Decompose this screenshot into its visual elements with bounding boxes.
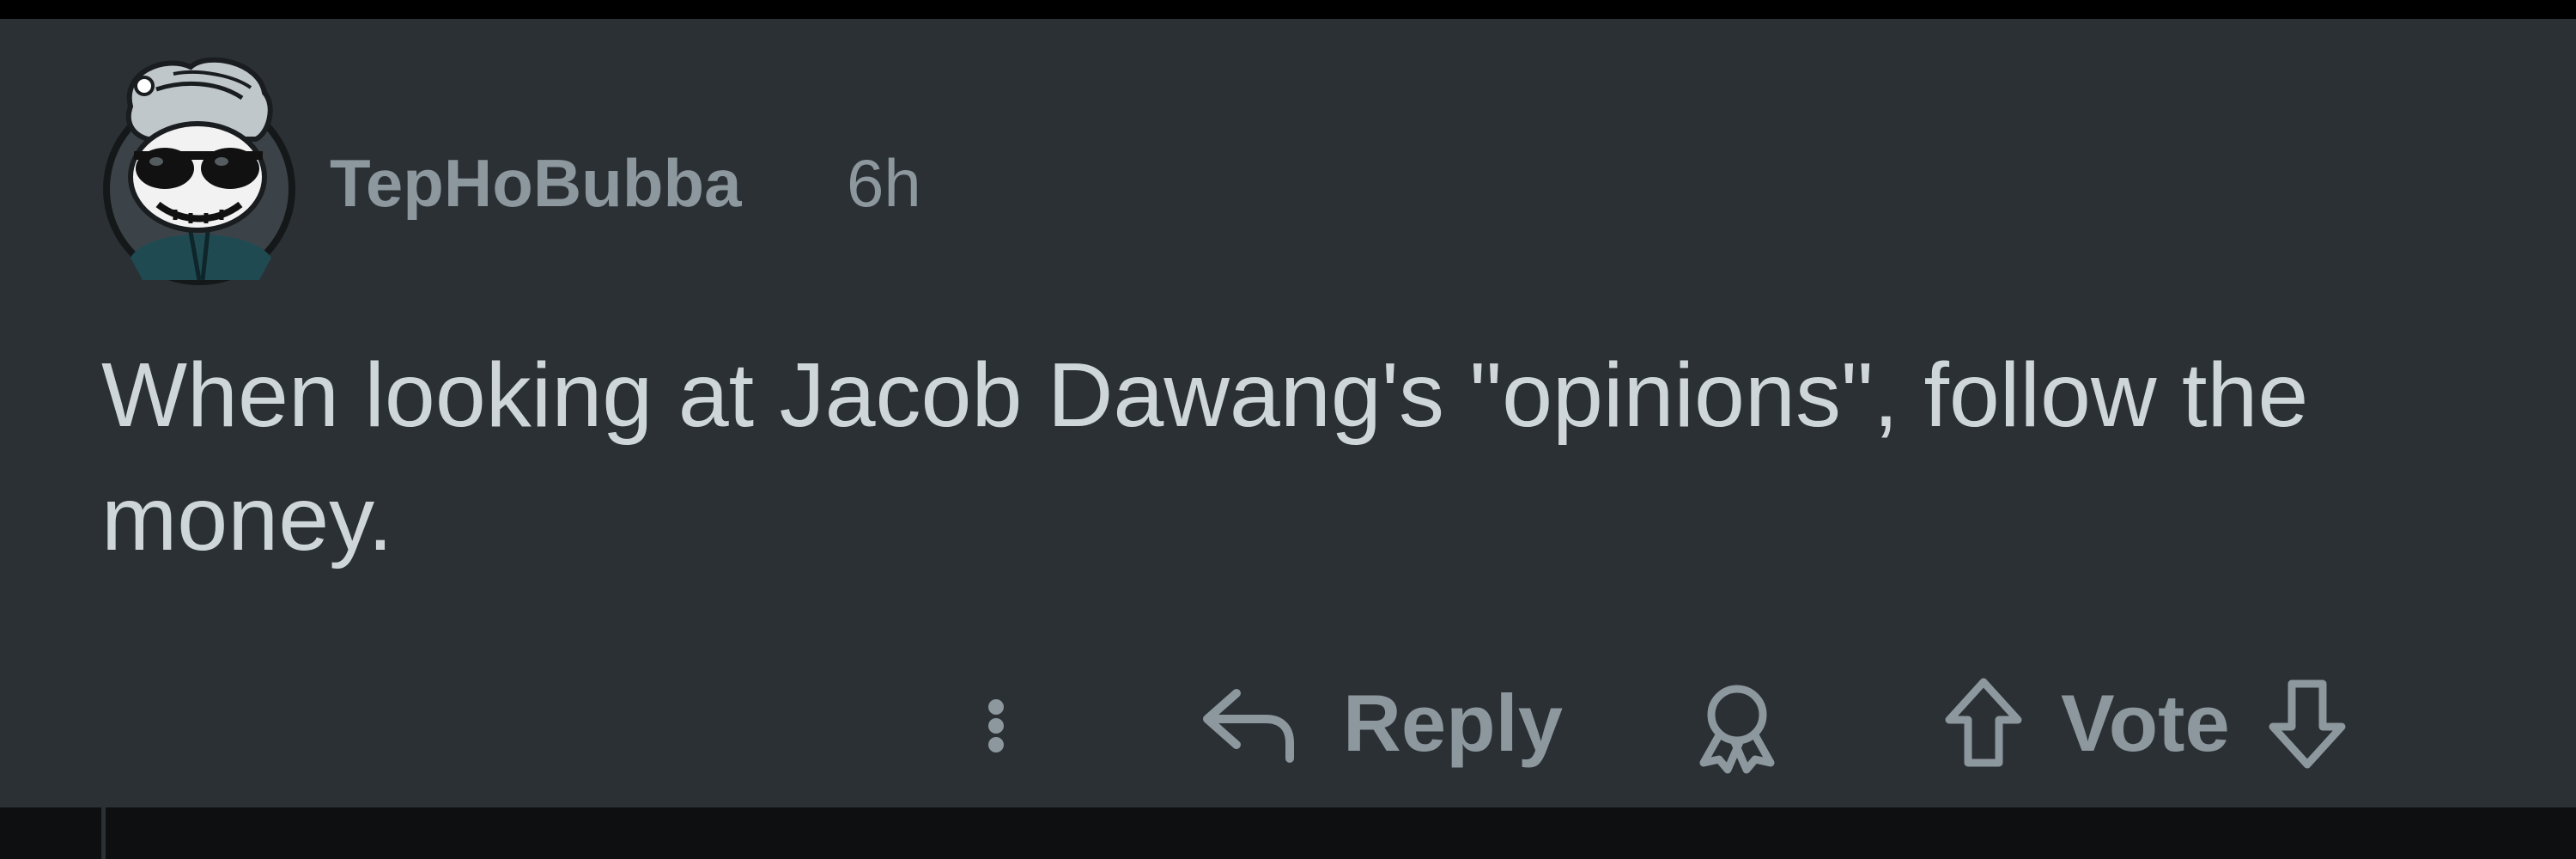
username[interactable]: TepHoBubba [330, 149, 742, 216]
reply-arrow-icon [1199, 676, 1298, 771]
more-options-button[interactable] [970, 679, 1022, 773]
reply-button[interactable]: Reply [1199, 672, 1563, 775]
upvote-button[interactable] [1941, 673, 2026, 773]
more-vertical-icon-dot [988, 737, 1004, 752]
next-comment-edge [0, 807, 2576, 859]
comment-card: TepHoBubba 6h When looking at Jacob Dawa… [0, 19, 2576, 807]
award-button[interactable] [1690, 680, 1784, 775]
more-vertical-icon [988, 699, 1004, 715]
comment-body: When looking at Jacob Dawang's "opinions… [101, 344, 2309, 570]
timestamp: 6h [847, 145, 921, 221]
vote-label: Vote [2061, 678, 2230, 768]
status-bar-edge [0, 0, 2576, 19]
avatar-sunglasses-icon [103, 57, 295, 285]
downvote-button[interactable] [2264, 673, 2350, 773]
arrow-down-icon [2269, 679, 2346, 769]
thread-line[interactable] [101, 807, 106, 859]
avatar[interactable] [96, 55, 302, 289]
award-icon [1699, 685, 1775, 774]
more-vertical-icon-dot [988, 718, 1004, 734]
arrow-up-icon [1945, 678, 2022, 767]
vote-group: Vote [1941, 672, 2350, 775]
comment-action-bar: Reply Vote [0, 655, 2576, 801]
reply-label: Reply [1343, 678, 1563, 768]
